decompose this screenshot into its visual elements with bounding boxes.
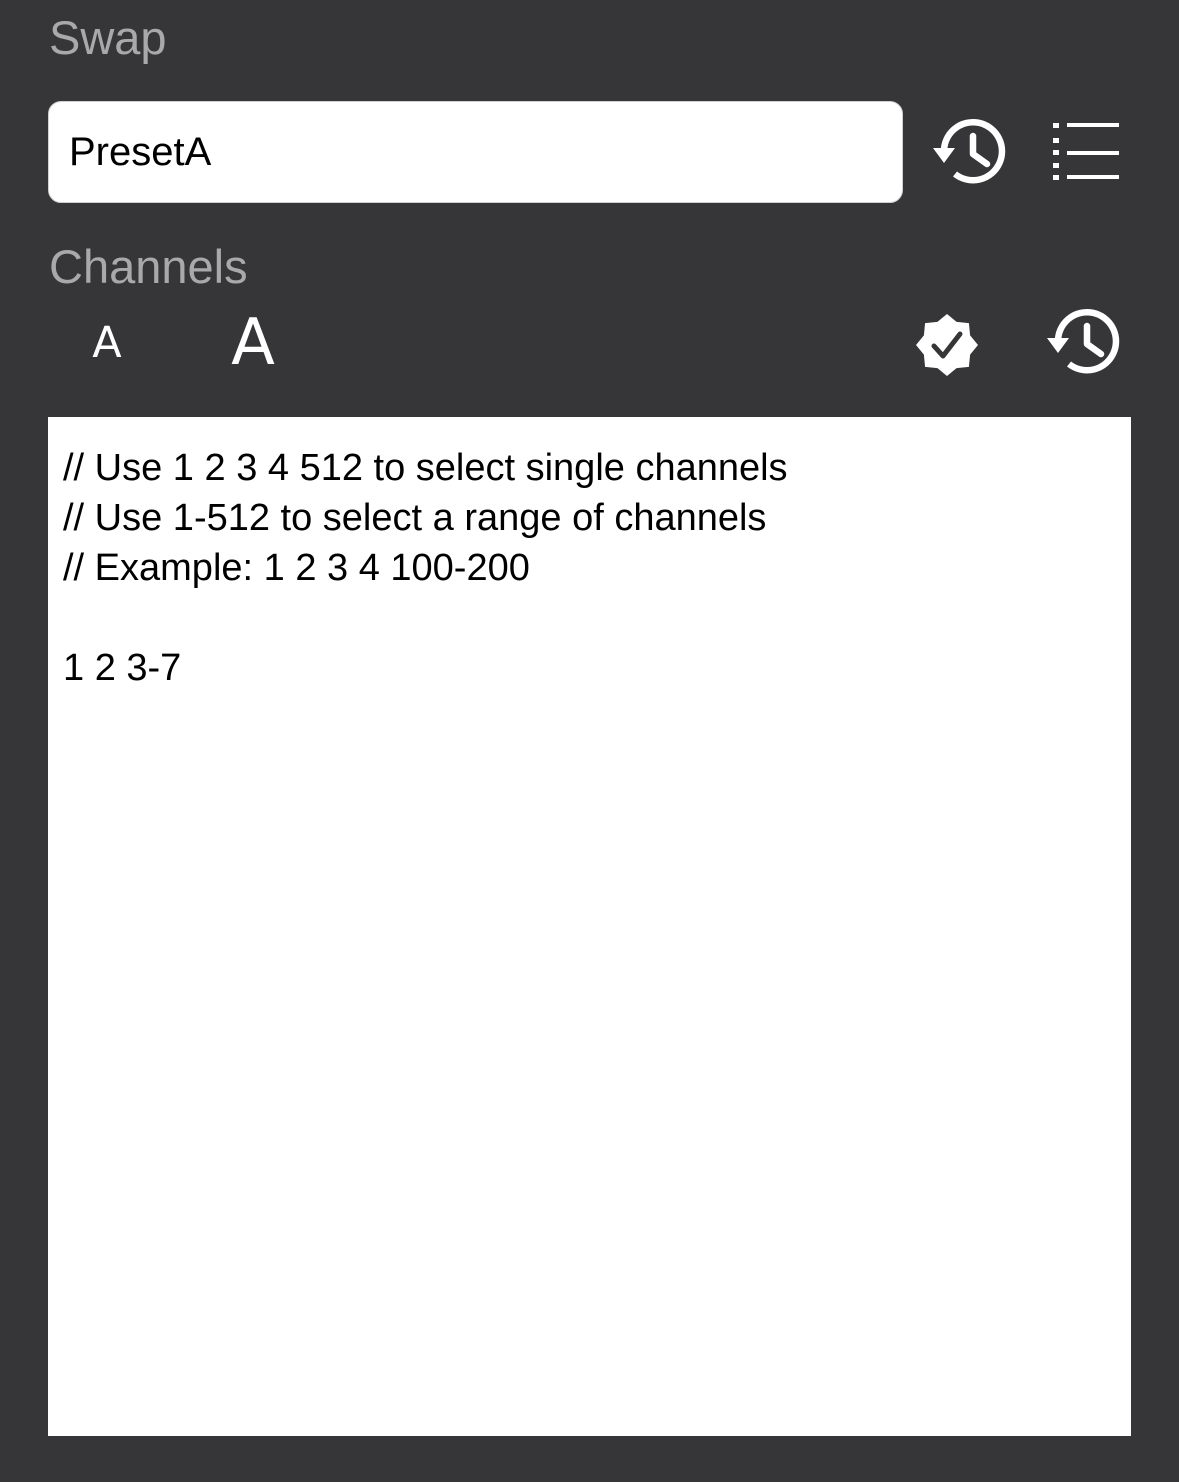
swap-section-title: Swap	[49, 11, 167, 64]
verified-badge-icon	[916, 314, 978, 376]
preset-history-button[interactable]	[932, 116, 1012, 190]
channels-editor[interactable]: // Use 1 2 3 4 512 to select single chan…	[48, 417, 1131, 1436]
history-icon	[933, 119, 1006, 184]
list-icon	[1053, 123, 1119, 180]
verify-channels-button[interactable]	[914, 312, 980, 378]
history-icon	[1047, 309, 1120, 374]
increase-font-size-button[interactable]: A	[222, 302, 284, 384]
decrease-font-size-button[interactable]: A	[80, 310, 134, 376]
channels-history-button[interactable]	[1046, 306, 1126, 380]
preset-name-input[interactable]	[48, 101, 903, 203]
preset-list-button[interactable]	[1050, 118, 1124, 186]
channels-section-title: Channels	[49, 240, 248, 293]
